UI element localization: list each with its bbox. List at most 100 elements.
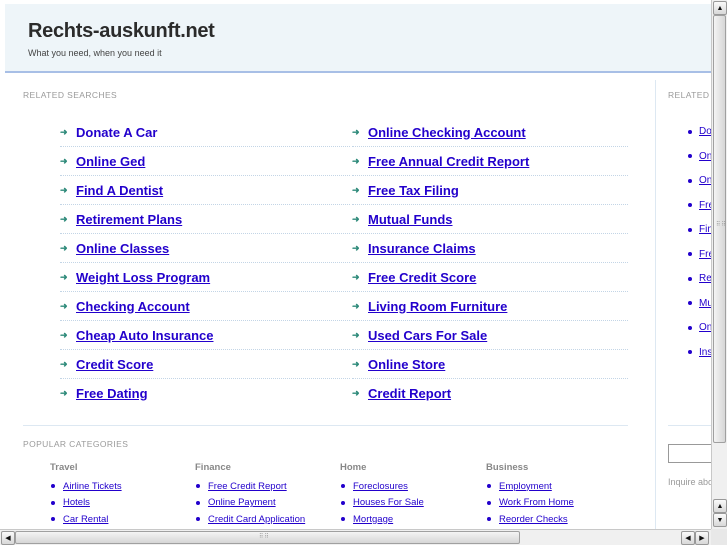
page-viewport: Rechts-auskunft.net What you need, when … [0, 0, 711, 529]
sidebar-related-link[interactable]: Mu [699, 298, 711, 309]
related-search-item: ➜ Insurance Claims [352, 234, 628, 263]
related-search-link[interactable]: Find A Dentist [76, 183, 163, 198]
scrollbar-corner [711, 529, 727, 545]
sidebar-related-link[interactable]: On [699, 322, 711, 333]
sidebar-related-link[interactable]: Re [699, 273, 711, 284]
related-search-link[interactable]: Credit Report [368, 386, 451, 401]
sidebar-related-link[interactable]: Fre [699, 200, 711, 211]
related-search-link[interactable]: Online Classes [76, 241, 169, 256]
sidebar-related-item: On [688, 175, 711, 186]
sidebar-related-item: Fre [688, 200, 711, 211]
sidebar-related-link[interactable]: Do [699, 126, 711, 137]
scroll-down-button[interactable]: ▼ [713, 513, 727, 527]
sidebar-related-item: On [688, 322, 711, 333]
category-link[interactable]: Houses For Sale [353, 497, 424, 508]
sidebar-related-link[interactable]: Fre [699, 249, 711, 260]
bullet-icon [487, 500, 491, 505]
related-search-item: ➜ Mutual Funds [352, 205, 628, 234]
category-column: Finance Free Credit Report Online Payment C… [195, 462, 335, 528]
category-link[interactable]: Airline Tickets [63, 481, 122, 492]
category-link[interactable]: Foreclosures [353, 481, 408, 492]
sidebar-related-link[interactable]: On [699, 175, 711, 186]
category-link[interactable]: Mortgage [353, 514, 393, 525]
vertical-scroll-thumb[interactable]: ⠿⠿ [713, 15, 726, 443]
sidebar-related-link[interactable]: Ins [699, 347, 711, 358]
related-search-item: ➜ Free Tax Filing [352, 176, 628, 205]
bullet-icon [688, 325, 692, 330]
category-item: Foreclosures [340, 478, 480, 495]
category-link[interactable]: Credit Card Application [208, 514, 305, 525]
site-tagline: What you need, when you need it [28, 48, 162, 58]
horizontal-scrollbar[interactable]: ◀ ⠿⠿ ◀ ▶ [0, 529, 711, 545]
bullet-icon [51, 500, 55, 505]
arrow-left-icon: ◀ [685, 535, 691, 542]
sidebar-search-input[interactable] [668, 444, 711, 463]
scroll-left-button[interactable]: ◀ [681, 531, 695, 545]
arrow-right-icon: ➜ [60, 155, 68, 166]
bullet-icon [196, 500, 200, 505]
related-search-link[interactable]: Free Tax Filing [368, 183, 459, 198]
arrow-right-icon: ➜ [60, 271, 68, 282]
related-search-link[interactable]: Checking Account [76, 299, 190, 314]
arrow-up-icon: ▲ [716, 4, 724, 12]
related-search-link[interactable]: Credit Score [76, 357, 153, 372]
scroll-up-top-button[interactable]: ▲ [713, 1, 727, 15]
bullet-icon [688, 276, 692, 281]
category-link[interactable]: Car Rental [63, 514, 108, 525]
site-title[interactable]: Rechts-auskunft.net [28, 20, 215, 43]
bullet-icon [688, 203, 692, 207]
related-search-link[interactable]: Weight Loss Program [76, 270, 210, 285]
arrow-right-icon: ➜ [352, 213, 360, 224]
related-search-item: ➜ Living Room Furniture [352, 292, 628, 321]
category-link[interactable]: Online Payment [208, 497, 276, 508]
horizontal-scroll-thumb[interactable]: ⠿⠿ [15, 531, 520, 544]
vertical-scrollbar[interactable]: ▲ ⠿⠿ ▲ ▼ [711, 0, 727, 529]
related-search-item: ➜ Find A Dentist [60, 176, 350, 205]
related-search-link[interactable]: Online Checking Account [368, 125, 526, 140]
related-search-link[interactable]: Cheap Auto Insurance [76, 328, 213, 343]
related-search-link[interactable]: Online Store [368, 357, 445, 372]
sidebar-related-link[interactable]: On [699, 151, 711, 162]
related-search-item: ➜ Weight Loss Program [60, 263, 350, 292]
category-item: Free Credit Report [195, 478, 335, 495]
arrow-right-icon: ➜ [60, 387, 68, 398]
category-link[interactable]: Free Credit Report [208, 481, 287, 492]
sidebar-related-item: Mu [688, 298, 711, 309]
bullet-icon [688, 178, 692, 183]
related-searches-right-column: ➜ Online Checking Account ➜ Free Annual Cre… [352, 118, 628, 407]
related-search-item: ➜ Checking Account [60, 292, 350, 321]
related-search-item: ➜ Online Store [352, 350, 628, 379]
category-item: Work From Home [486, 495, 626, 512]
related-search-link[interactable]: Retirement Plans [76, 212, 182, 227]
category-link[interactable]: Employment [499, 481, 552, 492]
category-link[interactable]: Reorder Checks [499, 514, 568, 525]
bullet-icon [688, 154, 692, 158]
related-search-link[interactable]: Used Cars For Sale [368, 328, 487, 343]
bullet-icon [341, 517, 345, 522]
bullet-icon [196, 484, 200, 489]
related-search-item: ➜ Online Classes [60, 234, 350, 263]
sidebar-divider [655, 80, 656, 529]
category-link[interactable]: Work From Home [499, 497, 574, 508]
sidebar-related-link[interactable]: Fin [699, 224, 711, 235]
arrow-right-icon: ➜ [60, 329, 68, 340]
category-link[interactable]: Hotels [63, 497, 90, 508]
bullet-icon [341, 484, 345, 489]
related-search-link[interactable]: Insurance Claims [368, 241, 476, 256]
bullet-icon [688, 129, 692, 134]
arrow-right-icon: ➜ [352, 184, 360, 195]
related-search-link[interactable]: Online Ged [76, 154, 145, 169]
arrow-right-icon: ➜ [352, 271, 360, 282]
arrow-right-icon: ➜ [352, 300, 360, 311]
scroll-right-button[interactable]: ▶ [695, 531, 709, 545]
related-search-link[interactable]: Donate A Car [76, 125, 157, 140]
sidebar-related-item: Fre [688, 249, 711, 260]
related-search-link[interactable]: Free Credit Score [368, 270, 476, 285]
related-search-link[interactable]: Mutual Funds [368, 212, 453, 227]
related-search-link[interactable]: Living Room Furniture [368, 299, 507, 314]
related-search-link[interactable]: Free Dating [76, 386, 148, 401]
scroll-up-button[interactable]: ▲ [713, 499, 727, 513]
scroll-left-start-button[interactable]: ◀ [1, 531, 15, 545]
arrow-left-icon: ◀ [5, 535, 11, 542]
related-search-link[interactable]: Free Annual Credit Report [368, 154, 529, 169]
